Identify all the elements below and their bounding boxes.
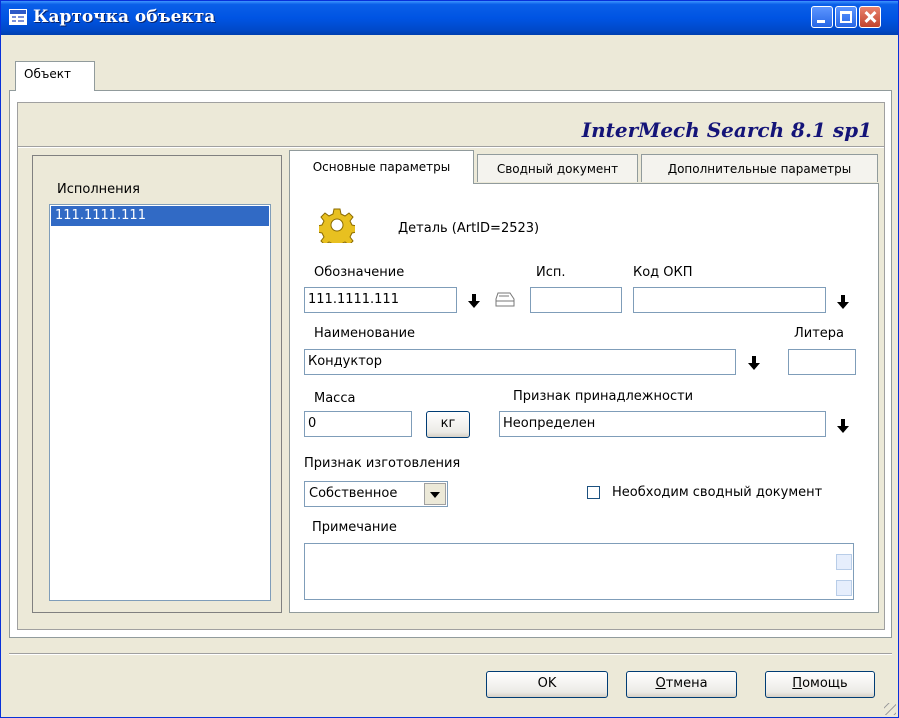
versions-list[interactable]: 111.1111.111 — [49, 204, 271, 601]
header-divider — [18, 146, 884, 148]
tab-main-parameters[interactable]: Основные параметры — [289, 150, 474, 184]
manufacture-value: Собственное — [309, 486, 398, 501]
designation-label: Обозначение — [314, 265, 405, 280]
scroll-up-icon[interactable] — [836, 554, 852, 570]
summary-doc-label: Необходим сводный документ — [612, 485, 823, 500]
summary-doc-checkbox[interactable] — [587, 486, 600, 499]
belonging-label: Признак принадлежности — [513, 389, 694, 404]
list-item[interactable]: 111.1111.111 — [51, 206, 269, 226]
help-button[interactable]: Помощь — [765, 671, 875, 698]
cancel-button[interactable]: Отмена — [626, 671, 737, 698]
arrow-down-icon[interactable] — [748, 356, 760, 370]
mass-label: Масса — [314, 391, 356, 406]
mass-field[interactable]: 0 — [304, 411, 412, 437]
object-type-label: Деталь (ArtID=2523) — [398, 221, 540, 236]
okp-field[interactable] — [633, 287, 826, 313]
resize-grip-icon[interactable] — [884, 703, 896, 715]
gear-icon — [319, 208, 355, 243]
title-bar[interactable]: Карточка объекта — [1, 1, 898, 35]
brand-title: InterMech Search 8.1 sp1 — [581, 118, 872, 142]
minimize-button[interactable] — [811, 6, 833, 28]
chevron-down-icon[interactable] — [424, 483, 446, 505]
belonging-field[interactable]: Неопределен — [499, 411, 826, 437]
manufacture-label: Признак изготовления — [304, 456, 461, 471]
arrow-down-icon[interactable] — [837, 419, 849, 433]
close-button[interactable] — [859, 6, 881, 28]
ok-label: OK — [537, 676, 557, 691]
isp-label: Исп. — [536, 265, 566, 280]
arrow-down-icon[interactable] — [837, 295, 849, 309]
litera-label: Литера — [794, 326, 845, 341]
versions-title: Исполнения — [57, 182, 140, 197]
maximize-button[interactable] — [835, 6, 857, 28]
mass-unit-button[interactable]: кг — [426, 411, 470, 438]
footer-divider — [9, 653, 892, 655]
cancel-label: тмена — [665, 676, 708, 691]
help-hotkey: П — [792, 676, 803, 691]
help-label: омощь — [802, 676, 848, 691]
name-label: Наименование — [314, 326, 416, 341]
note-field[interactable] — [304, 543, 854, 600]
arrow-down-icon[interactable] — [468, 294, 480, 308]
tab-additional-parameters[interactable]: Дополнительные параметры — [641, 154, 878, 182]
litera-field[interactable] — [788, 349, 856, 375]
printer-icon[interactable] — [493, 292, 519, 308]
window-title: Карточка объекта — [33, 7, 216, 27]
ok-button[interactable]: OK — [486, 671, 608, 698]
designation-field[interactable]: 111.1111.111 — [304, 287, 457, 313]
tab-object[interactable]: Объект — [15, 61, 95, 91]
cancel-hotkey: О — [655, 676, 666, 691]
window-icon — [9, 9, 27, 25]
tab-summary-document[interactable]: Сводный документ — [477, 154, 638, 182]
manufacture-select[interactable]: Собственное — [304, 481, 448, 507]
isp-field[interactable] — [530, 287, 622, 313]
name-field[interactable]: Кондуктор — [304, 349, 736, 375]
scroll-down-icon[interactable] — [836, 580, 852, 596]
window: Карточка объекта Объект InterMech Search… — [0, 0, 899, 718]
note-label: Примечание — [312, 520, 397, 535]
okp-label: Код ОКП — [633, 265, 693, 280]
